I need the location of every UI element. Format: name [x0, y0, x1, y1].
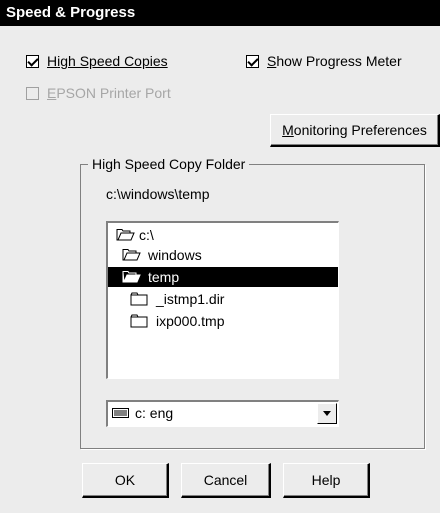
chevron-down-icon: [323, 410, 331, 416]
help-button[interactable]: Help: [283, 463, 370, 498]
drive-select[interactable]: c: eng: [106, 400, 339, 427]
show-progress-meter-checkbox[interactable]: Show Progress Meter: [246, 53, 402, 69]
high-speed-copies-check-box[interactable]: [26, 54, 39, 68]
show-progress-meter-check-box[interactable]: [246, 54, 259, 68]
tree-item-c-root[interactable]: c:\: [116, 225, 154, 245]
open-folder-icon: [116, 229, 135, 241]
drive-icon: [112, 408, 129, 418]
group-label: High Speed Copy Folder: [88, 155, 250, 173]
drive-dropdown-button[interactable]: [317, 403, 337, 424]
ok-label: OK: [114, 472, 136, 488]
show-progress-meter-label: Show Progress Meter: [267, 53, 402, 69]
tree-item-label: _istmp1.dir: [156, 291, 225, 307]
open-folder-icon: [122, 249, 141, 261]
epson-printer-port-check-box: [26, 86, 39, 100]
epson-printer-port-checkbox: EPSON Printer Port: [26, 85, 171, 101]
tree-item-istmp1[interactable]: _istmp1.dir: [130, 289, 224, 309]
open-folder-icon: [122, 271, 141, 283]
closed-folder-icon: [130, 314, 148, 328]
drive-label: c: eng: [135, 405, 174, 421]
tree-item-label: temp: [148, 269, 180, 285]
tree-item-label: c:\: [139, 227, 154, 243]
tree-item-temp[interactable]: temp: [108, 267, 338, 287]
current-path: c:\windows\temp: [106, 186, 210, 202]
tree-item-label: ixp000.tmp: [156, 313, 225, 329]
drive-value: c: eng: [112, 405, 173, 421]
ok-button[interactable]: OK: [82, 463, 169, 498]
tree-item-ixp000[interactable]: ixp000.tmp: [130, 311, 224, 331]
cancel-button[interactable]: Cancel: [181, 463, 271, 498]
tree-item-windows[interactable]: windows: [122, 245, 202, 265]
monitoring-preferences-mnemonic: M: [282, 122, 294, 138]
closed-folder-icon: [130, 292, 148, 306]
help-label: Help: [311, 472, 341, 488]
epson-printer-port-label: EPSON Printer Port: [47, 85, 171, 101]
cancel-label: Cancel: [203, 472, 248, 488]
high-speed-copies-checkbox[interactable]: High Speed Copies: [26, 53, 168, 69]
high-speed-copies-label: High Speed Copies: [47, 53, 168, 69]
monitoring-preferences-button[interactable]: Monitoring Preferences: [270, 114, 440, 147]
speed-progress-dialog: Speed & Progress High Speed Copies Show …: [0, 0, 440, 513]
tree-item-label: windows: [148, 247, 202, 263]
window-title: Speed & Progress: [0, 0, 440, 26]
folder-tree-list[interactable]: c:\ windows temp _istmp1.dir ixp000.tmp: [106, 221, 339, 379]
monitoring-preferences-label: onitoring Preferences: [293, 122, 427, 138]
